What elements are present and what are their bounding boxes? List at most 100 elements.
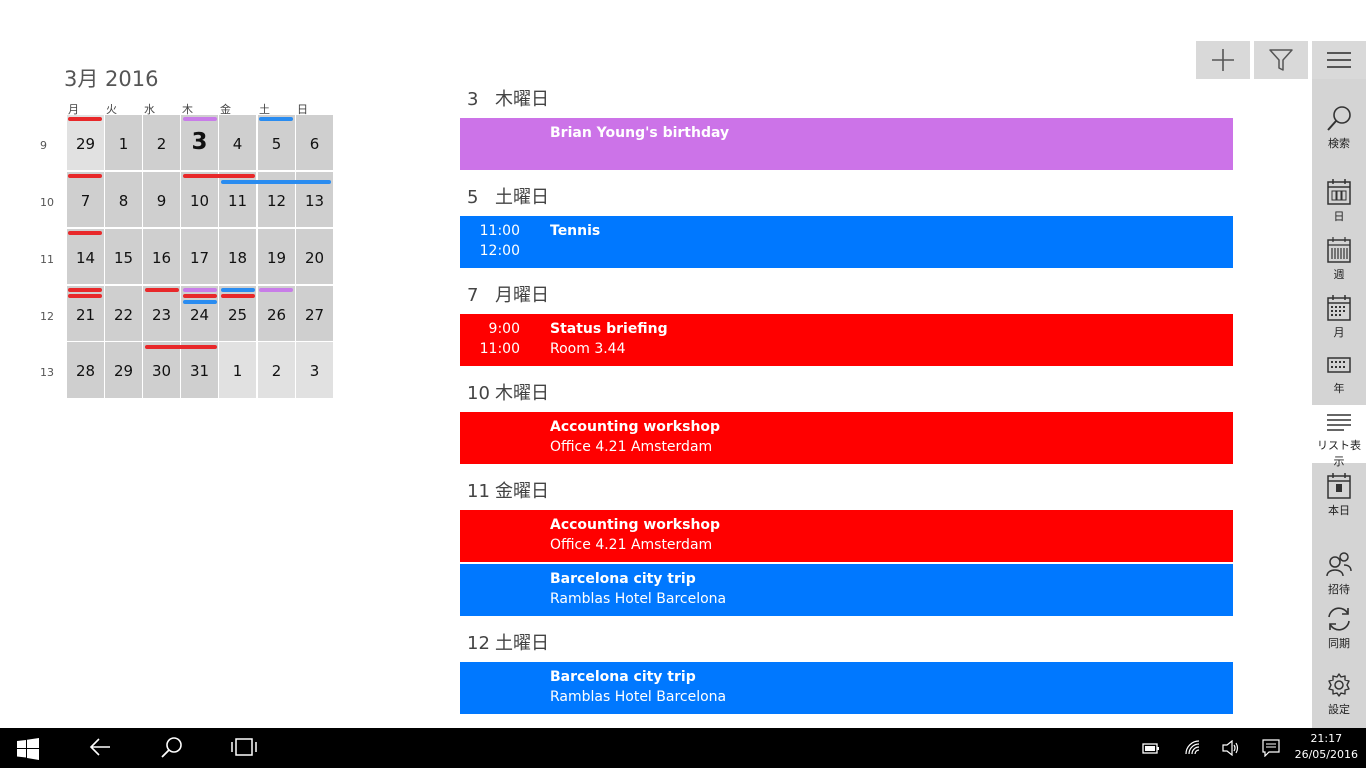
calendar-day-cell[interactable]: 14 xyxy=(67,229,104,284)
wifi-icon[interactable] xyxy=(1184,740,1202,760)
calendar-day-number: 20 xyxy=(304,249,325,267)
nav-week-label: 週 xyxy=(1333,268,1345,281)
nav-month[interactable]: 月 xyxy=(1312,294,1366,340)
agenda-event[interactable]: Brian Young's birthday xyxy=(460,118,1233,170)
calendar-day-cell[interactable]: 31 xyxy=(181,342,218,398)
agenda-day-name: 土曜日 xyxy=(495,633,549,654)
nav-invite[interactable]: 招待 xyxy=(1312,551,1366,597)
calendar-day-cell[interactable]: 15 xyxy=(105,229,142,284)
calendar-day-cell[interactable]: 19 xyxy=(258,229,295,284)
event-location: Office 4.21 Amsterdam xyxy=(550,537,713,553)
calendar-day-cell[interactable]: 17 xyxy=(181,229,218,284)
agenda-event[interactable]: Barcelona city trip Ramblas Hotel Barcelo… xyxy=(460,662,1233,714)
filter-button[interactable] xyxy=(1254,41,1308,79)
back-button[interactable] xyxy=(88,736,112,762)
agenda-event[interactable]: Accounting workshop Office 4.21 Amsterdam xyxy=(460,510,1233,562)
event-indicator-bar xyxy=(183,174,255,178)
calendar-day-number: 7 xyxy=(80,192,91,210)
week-number: 10 xyxy=(40,196,54,209)
calendar-day-cell[interactable]: 18 xyxy=(219,229,256,284)
calendar-day-cell[interactable]: 26 xyxy=(258,286,295,341)
calendar-day-cell[interactable]: 28 xyxy=(67,342,104,398)
calendar-day-number: 21 xyxy=(75,306,96,324)
calendar-day-cell[interactable]: 8 xyxy=(105,172,142,227)
calendar-day-number: 8 xyxy=(118,192,129,210)
nav-sync[interactable]: 同期 xyxy=(1312,605,1366,651)
calendar-day-number: 6 xyxy=(309,135,320,153)
event-indicator-bar xyxy=(145,345,217,349)
agenda-day-name: 月曜日 xyxy=(495,285,549,306)
agenda-event[interactable]: Accounting workshop Office 4.21 Amsterdam xyxy=(460,412,1233,464)
nav-year[interactable]: 年 xyxy=(1312,354,1366,396)
event-indicator-bar xyxy=(183,300,217,304)
agenda-day-header: 10 木曜日 xyxy=(467,379,549,405)
event-indicator-bar xyxy=(221,180,331,184)
add-event-button[interactable] xyxy=(1196,41,1250,79)
nav-day-label: 日 xyxy=(1333,210,1345,223)
search-icon xyxy=(1327,106,1351,131)
calendar-day-cell[interactable]: 2 xyxy=(258,342,295,398)
nav-week[interactable]: 週 xyxy=(1312,236,1366,282)
battery-icon[interactable] xyxy=(1142,740,1160,760)
event-indicator-bar xyxy=(68,294,102,298)
calendar-day-cell[interactable]: 1 xyxy=(219,342,256,398)
event-indicator-bar xyxy=(68,288,102,292)
calendar-day-cell[interactable]: 2 xyxy=(143,115,180,170)
agenda-day-name: 木曜日 xyxy=(495,383,549,404)
calendar-day-cell[interactable]: 5 xyxy=(258,115,295,170)
nav-today[interactable]: 本日 xyxy=(1312,472,1366,518)
nav-day[interactable]: 日 xyxy=(1312,178,1366,224)
calendar-day-cell[interactable]: 29 xyxy=(67,115,104,170)
calendar-day-cell[interactable]: 1 xyxy=(105,115,142,170)
calendar-day-number: 16 xyxy=(151,249,172,267)
volume-icon[interactable] xyxy=(1222,739,1240,760)
calendar-day-cell[interactable]: 22 xyxy=(105,286,142,341)
task-view-button[interactable] xyxy=(231,736,257,762)
event-indicator-bar xyxy=(259,288,293,292)
calendar-day-cell[interactable]: 27 xyxy=(296,286,333,341)
back-arrow-icon xyxy=(89,738,110,756)
nav-settings[interactable]: 設定 xyxy=(1312,671,1366,717)
calendar-day-cell[interactable]: 3 xyxy=(181,115,218,170)
agenda-day-number: 3 xyxy=(467,89,479,110)
calendar-day-number: 27 xyxy=(304,306,325,324)
agenda-event[interactable]: Barcelona city trip Ramblas Hotel Barcelo… xyxy=(460,564,1233,616)
calendar-day-number: 1 xyxy=(232,362,243,380)
calendar-day-number: 5 xyxy=(271,135,282,153)
nav-year-label: 年 xyxy=(1333,382,1345,395)
calendar-day-number: 22 xyxy=(113,306,134,324)
calendar-day-cell[interactable]: 23 xyxy=(143,286,180,341)
search-taskbar-button[interactable] xyxy=(160,736,184,762)
calendar-day-cell[interactable]: 7 xyxy=(67,172,104,227)
calendar-day-cell[interactable]: 9 xyxy=(143,172,180,227)
calendar-day-cell[interactable]: 20 xyxy=(296,229,333,284)
event-indicator-bar xyxy=(68,231,102,235)
calendar-day-cell[interactable]: 6 xyxy=(296,115,333,170)
month-title[interactable]: 3月 2016 xyxy=(64,63,158,93)
event-indicator-bar xyxy=(183,117,217,121)
gear-icon xyxy=(1328,673,1350,697)
calendar-day-cell[interactable]: 4 xyxy=(219,115,256,170)
event-indicator-bar xyxy=(221,294,255,298)
today-icon xyxy=(1327,473,1351,499)
menu-button[interactable] xyxy=(1312,41,1366,79)
nav-list[interactable]: リスト表示 xyxy=(1312,405,1366,468)
week-number: 11 xyxy=(40,253,54,266)
nav-search[interactable]: 検索 xyxy=(1312,105,1366,151)
agenda-event[interactable]: 9:00 11:00 Status briefing Room 3.44 xyxy=(460,314,1233,366)
calendar-day-cell[interactable]: 10 xyxy=(181,172,218,227)
calendar-day-number: 3 xyxy=(309,362,320,380)
calendar-day-cell[interactable]: 3 xyxy=(296,342,333,398)
event-title: Brian Young's birthday xyxy=(550,125,730,141)
week-number: 9 xyxy=(40,139,47,152)
agenda-event[interactable]: 11:00 12:00 Tennis xyxy=(460,216,1233,268)
calendar-day-number: 28 xyxy=(75,362,96,380)
start-button[interactable] xyxy=(17,738,39,764)
action-center-icon[interactable] xyxy=(1262,739,1280,761)
calendar-day-number: 25 xyxy=(227,306,248,324)
calendar-day-cell[interactable]: 16 xyxy=(143,229,180,284)
calendar-day-cell[interactable]: 30 xyxy=(143,342,180,398)
week-number: 12 xyxy=(40,310,54,323)
calendar-day-cell[interactable]: 29 xyxy=(105,342,142,398)
taskbar-clock[interactable]: 21:17 26/05/2016 xyxy=(1295,731,1358,763)
